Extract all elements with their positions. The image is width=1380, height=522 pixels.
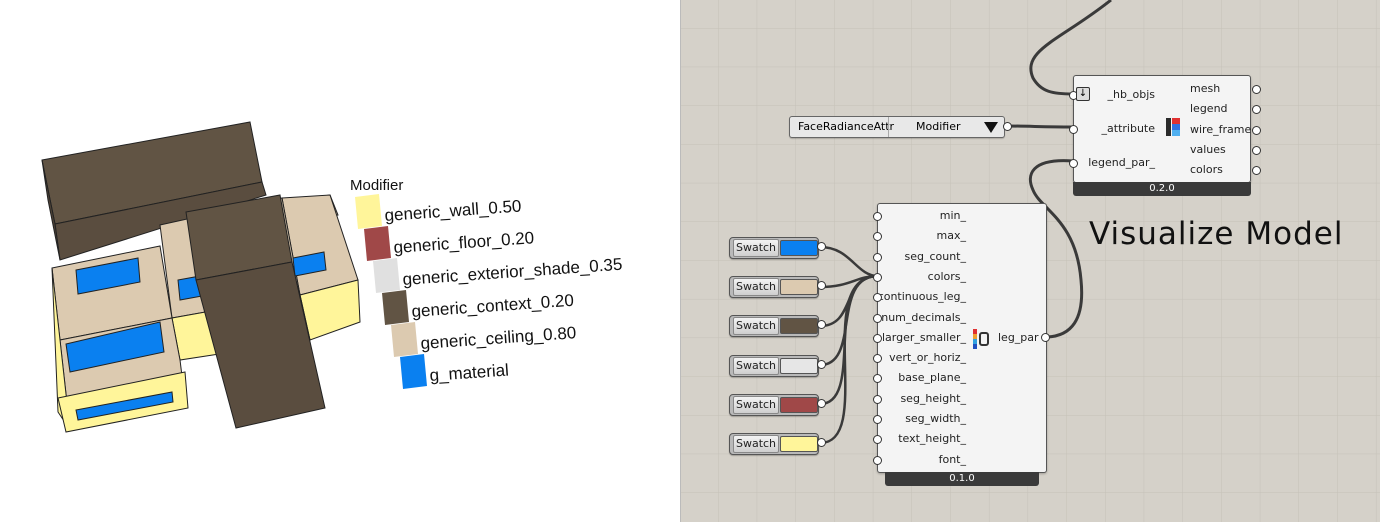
input-label-_hb_objs: _hb_objs [1107, 88, 1155, 101]
input-grip[interactable] [873, 435, 882, 445]
legend-label: generic_exterior_shade_0.35 [402, 255, 623, 289]
color-swatch[interactable]: Swatch [729, 237, 819, 259]
output-grip[interactable] [1252, 85, 1261, 94]
color-swatch[interactable]: Swatch [729, 393, 819, 416]
input-grip[interactable] [1069, 125, 1078, 134]
legend-label: generic_wall_0.50 [384, 196, 522, 225]
section-title: Visualize Model [1089, 216, 1344, 252]
swatch-color[interactable] [780, 396, 818, 413]
output-grip[interactable] [1003, 122, 1012, 131]
version-tag: 0.1.0 [885, 472, 1039, 486]
input-label-seg_width: seg_width_ [905, 412, 966, 425]
output-grip[interactable] [817, 398, 826, 408]
input-label-min: min_ [939, 209, 966, 222]
value-list-selected[interactable]: Modifier [916, 120, 960, 133]
output-label-values: values [1190, 142, 1226, 156]
model-render: Modifier generic_wall_0.50 generic_floor_… [41, 121, 623, 433]
output-label-colors: colors [1190, 163, 1223, 177]
output-label-leg_par: leg_par [998, 331, 1039, 344]
input-label-seg_count: seg_count_ [904, 249, 966, 263]
input-label-base_plane: base_plane_ [898, 371, 966, 385]
legend-swatch [382, 290, 409, 325]
output-grip[interactable] [1252, 145, 1261, 155]
swatch-label: Swatch [733, 435, 779, 453]
legend-parameters-component[interactable]: min_ max_ seg_count_ colors_ continuous_leg_… [873, 203, 1047, 473]
legend-title: Modifier [350, 177, 403, 194]
legend-label: generic_floor_0.20 [393, 228, 535, 257]
color-swatch[interactable]: Swatch [729, 315, 819, 338]
wire [1006, 124, 1074, 129]
legend-swatch [364, 226, 391, 261]
color-swatch[interactable]: Swatch [729, 354, 819, 377]
visualize-attribute-icon [1166, 118, 1180, 136]
legend-label: generic_context_0.20 [411, 291, 574, 321]
input-grip[interactable] [873, 455, 882, 465]
legend-label: generic_ceiling_0.80 [420, 323, 577, 353]
swatch-color[interactable] [780, 240, 818, 256]
legend-swatch [400, 354, 427, 389]
output-grip[interactable] [1252, 125, 1261, 135]
input-label-text_height: text_height_ [898, 432, 966, 446]
input-grip[interactable] [873, 232, 882, 242]
swatch-color[interactable] [780, 436, 818, 452]
swatch-label: Swatch [733, 395, 779, 414]
swatch-label: Swatch [733, 278, 779, 297]
input-grip[interactable] [873, 212, 882, 221]
input-label-vert_or_horiz: vert_or_horiz_ [889, 351, 966, 365]
legend-swatch [391, 322, 418, 357]
version-tag: 0.2.0 [1073, 182, 1251, 196]
input-label-colors: colors_ [927, 269, 966, 283]
grasshopper-canvas[interactable]: Visualize Model FaceRadianceAttr Modifie… [680, 0, 1380, 522]
attribute-value-list[interactable]: FaceRadianceAttr Modifier [789, 116, 1005, 138]
swatch-label: Swatch [733, 317, 779, 336]
input-grip[interactable] [873, 333, 882, 343]
input-label-continuous_leg: continuous_leg_ [877, 290, 966, 304]
input-grip[interactable] [873, 252, 882, 262]
input-label-max: max_ [936, 229, 966, 243]
visualize-attribute-component[interactable]: _hb_objs _attribute legend_par_ mesh legend… [1069, 75, 1261, 183]
output-label-wire_frame: wire_frame [1190, 122, 1252, 136]
input-grip[interactable] [873, 354, 882, 364]
output-grip[interactable] [817, 242, 826, 251]
input-grip[interactable] [873, 272, 882, 282]
input-grip[interactable] [873, 313, 882, 323]
output-label-mesh: mesh [1190, 82, 1221, 95]
input-grip[interactable] [873, 374, 882, 384]
output-label-legend: legend [1190, 102, 1228, 116]
swatch-label: Swatch [733, 239, 779, 257]
output-grip[interactable] [817, 438, 826, 447]
input-grip[interactable] [873, 415, 882, 424]
legend-swatch [373, 258, 400, 293]
input-label-_attribute: _attribute [1101, 122, 1155, 135]
swatch-color[interactable] [780, 318, 818, 335]
input-label-legend_par_: legend_par_ [1088, 156, 1155, 169]
download-arrow-icon[interactable]: ↓ [1076, 87, 1090, 101]
3d-viewport[interactable]: Modifier generic_wall_0.50 generic_floor_… [0, 0, 680, 522]
dropdown-arrow-icon[interactable] [984, 122, 998, 133]
output-grip[interactable] [817, 359, 826, 369]
swatch-color[interactable] [780, 357, 818, 374]
input-label-seg_height: seg_height_ [900, 391, 966, 405]
swatch-color[interactable] [780, 279, 818, 296]
color-swatch[interactable]: Swatch [729, 433, 819, 455]
input-label-num_decimals: num_decimals_ [881, 310, 966, 324]
input-label-font: font_ [938, 452, 966, 466]
value-list-label: FaceRadianceAttr [798, 120, 895, 133]
legend-label: g_material [429, 360, 510, 384]
color-swatch[interactable]: Swatch [729, 276, 819, 299]
legend: generic_wall_0.50generic_floor_0.20gener… [355, 194, 623, 389]
legend-parameters-icon [973, 329, 991, 349]
output-grip[interactable] [1041, 333, 1050, 342]
legend-swatch [355, 194, 382, 229]
swatch-label: Swatch [733, 356, 779, 375]
input-grip[interactable] [1069, 159, 1078, 168]
input-label-larger_smaller: larger_smaller_ [882, 330, 966, 344]
input-grip[interactable] [873, 394, 882, 404]
